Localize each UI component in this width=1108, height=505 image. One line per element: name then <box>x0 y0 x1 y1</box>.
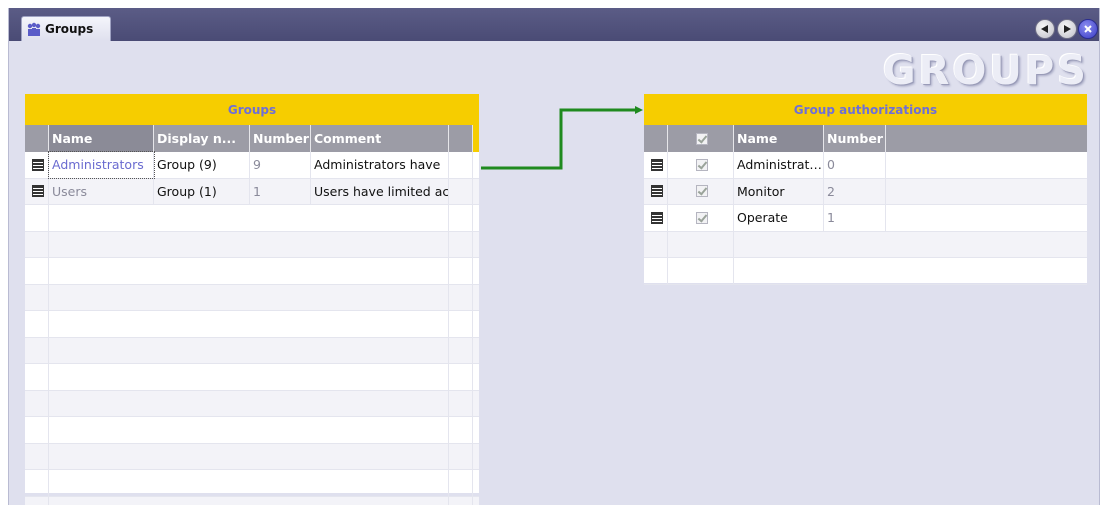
link-connector <box>481 106 643 170</box>
groups-window: Groups GROUPS Groups Name Display n... N… <box>8 8 1100 505</box>
